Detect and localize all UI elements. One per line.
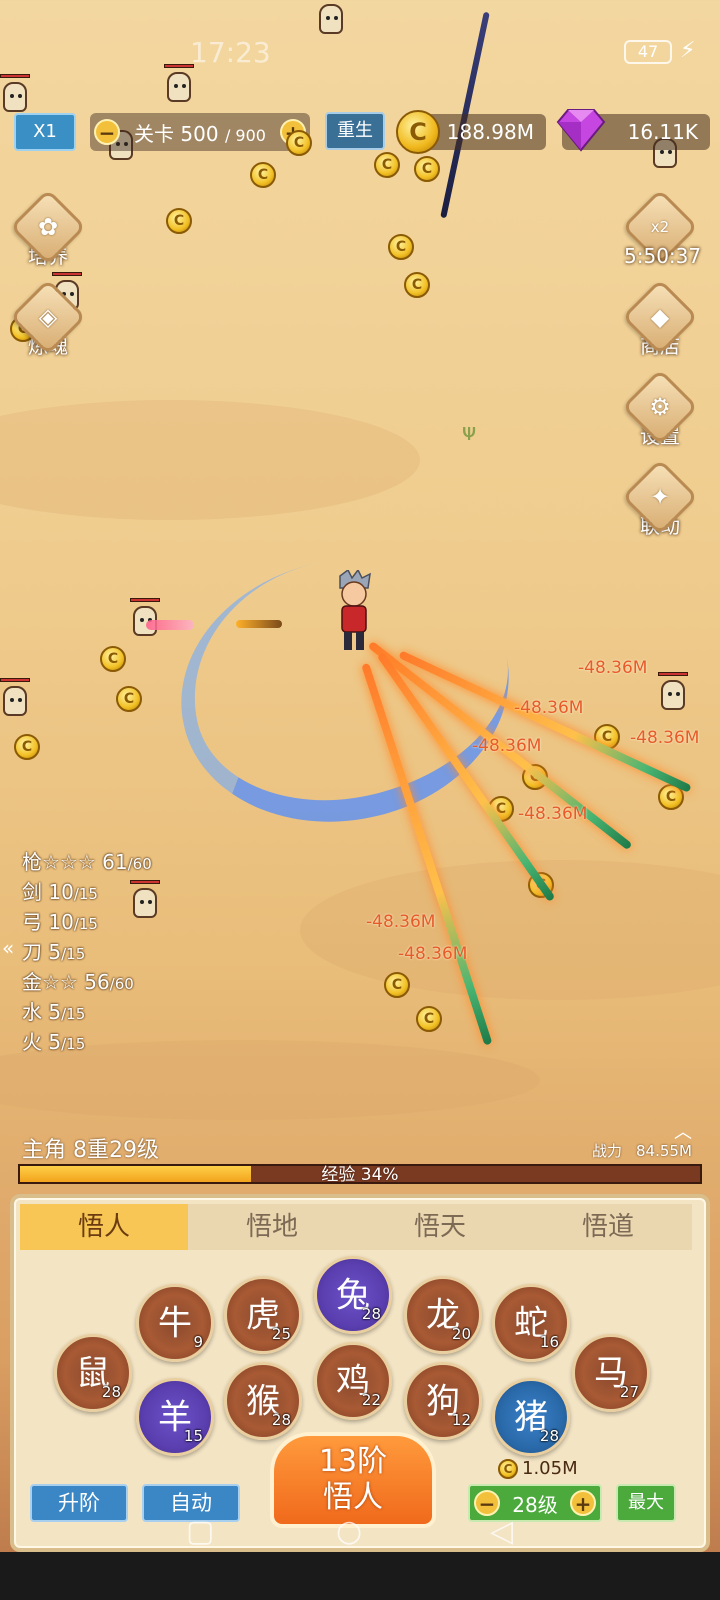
level-stepper: − 28级 +: [468, 1484, 602, 1522]
upgrade-cost: C 1.05M: [498, 1458, 578, 1479]
weapon-stat: 水 5/15: [22, 1000, 86, 1024]
damage-number: -48.36M: [518, 804, 588, 824]
battery-indicator: 47: [624, 40, 672, 64]
zodiac-pig[interactable]: 猪 28: [492, 1378, 570, 1456]
speed-button[interactable]: X1: [14, 113, 76, 151]
bonus-timer: 5:50:37: [624, 244, 702, 268]
collapse-arrow-icon[interactable]: «: [2, 936, 14, 960]
ox-icon: 牛: [158, 1303, 192, 1344]
link-button[interactable]: ✦ 联动: [621, 458, 699, 539]
zodiac-snake[interactable]: 蛇 16: [492, 1284, 570, 1362]
zodiac-rabbit[interactable]: 兔 28: [314, 1256, 392, 1334]
coin-drop[interactable]: C: [374, 152, 400, 178]
damage-number: -48.36M: [366, 912, 436, 932]
hero-character: [339, 570, 371, 650]
coin-drop[interactable]: C: [404, 272, 430, 298]
zodiac-horse[interactable]: 马 27: [572, 1334, 650, 1412]
damage-number: -48.36M: [398, 944, 468, 964]
system-nav-bar: [0, 1552, 720, 1600]
coin-drop[interactable]: C: [14, 734, 40, 760]
zodiac-rat[interactable]: 鼠 28: [54, 1334, 132, 1412]
stage-label: 关卡 500 / 900: [134, 121, 266, 146]
settings-button[interactable]: ⚙ 设置: [621, 368, 699, 449]
back-icon[interactable]: ◁: [490, 1514, 513, 1549]
enemy[interactable]: [164, 64, 194, 108]
shop-button[interactable]: ◆ 商店: [621, 278, 699, 359]
damage-number: -48.36M: [630, 728, 700, 748]
upgrade-tier-button[interactable]: 升阶: [30, 1484, 128, 1522]
weapon-stat: 枪☆☆☆ 61/60: [22, 850, 152, 874]
level-value: 28级: [512, 1492, 558, 1517]
rebirth-button[interactable]: 重生: [325, 112, 385, 150]
damage-number: -48.36M: [472, 736, 542, 756]
cultivate-icon: ✿: [37, 213, 59, 241]
combat-power: 战力 84.55M: [592, 1142, 692, 1160]
level-minus-button[interactable]: −: [474, 1490, 500, 1516]
enemy[interactable]: [658, 672, 688, 716]
grass-decoration: ᴪ: [462, 418, 477, 446]
coin-drop[interactable]: C: [388, 234, 414, 260]
zodiac-dragon[interactable]: 龙 20: [404, 1276, 482, 1354]
zodiac-ox[interactable]: 牛9: [136, 1284, 214, 1362]
weapon-stats-list: 枪☆☆☆ 61/60 剑 10/15 弓 10/15 刀 5/15 金☆☆ 56…: [22, 848, 152, 1058]
max-button[interactable]: 最大: [616, 1484, 676, 1522]
zodiac-tiger[interactable]: 虎 25: [224, 1276, 302, 1354]
gold-coin-icon: C: [498, 1459, 518, 1479]
gem-icon: [556, 109, 606, 152]
panel-tabs: 悟人 悟地 悟天 悟道: [20, 1204, 692, 1250]
weapon-stat: 弓 10/15: [22, 910, 98, 934]
soul-button[interactable]: ◈ 炼魂: [9, 278, 87, 359]
damage-number: -48.36M: [514, 698, 584, 718]
status-time: 17:23: [190, 36, 271, 69]
coin-drop[interactable]: C: [416, 1006, 442, 1032]
sand-dune: [0, 400, 420, 520]
weapon-stat: 金☆☆ 56/60: [22, 970, 134, 994]
charging-icon: ⚡: [680, 38, 696, 63]
gold-coin-icon: C: [396, 110, 440, 154]
recent-apps-icon[interactable]: ▢: [186, 1514, 214, 1549]
shop-icon: ◆: [650, 303, 670, 331]
cultivate-button[interactable]: ✿ 培养: [9, 188, 87, 269]
tab-wu-ren[interactable]: 悟人: [20, 1204, 188, 1250]
damage-number: -48.36M: [578, 658, 648, 678]
zodiac-monkey[interactable]: 猴 28: [224, 1362, 302, 1440]
zodiac-rooster[interactable]: 鸡 22: [314, 1342, 392, 1420]
tab-wu-dao[interactable]: 悟道: [524, 1204, 692, 1250]
weapon-stat: 火 5/15: [22, 1030, 86, 1054]
coin-drop[interactable]: C: [414, 156, 440, 182]
stage-selector: − 关卡 500 / 900 +: [90, 113, 310, 151]
coin-drop[interactable]: C: [286, 130, 312, 156]
lightning-effect: [146, 620, 194, 630]
coin-drop[interactable]: C: [166, 208, 192, 234]
gear-icon: ⚙: [649, 393, 671, 421]
level-plus-button[interactable]: +: [569, 1490, 596, 1516]
enemy[interactable]: [316, 4, 346, 40]
zodiac-dog[interactable]: 狗 12: [404, 1362, 482, 1440]
main-button-label: 悟人: [323, 1480, 383, 1515]
weapon-stat: 剑 10/15: [22, 880, 98, 904]
tab-wu-di[interactable]: 悟地: [188, 1204, 356, 1250]
bonus-button[interactable]: x2: [621, 188, 699, 266]
zodiac-goat[interactable]: 羊 15: [136, 1378, 214, 1456]
arrow-projectile: [236, 620, 282, 628]
bonus-multiplier: x2: [650, 218, 670, 236]
weapon-stat: 刀 5/15: [22, 940, 86, 964]
soul-icon: ◈: [38, 303, 58, 331]
sand-dune: [300, 860, 720, 1000]
coin-drop[interactable]: C: [100, 646, 126, 672]
coin-drop[interactable]: C: [384, 972, 410, 998]
enemy[interactable]: [0, 678, 30, 722]
link-icon: ✦: [649, 483, 671, 511]
home-icon[interactable]: ○: [336, 1514, 362, 1549]
xp-text: 经验 34%: [321, 1165, 399, 1185]
stage-minus-button[interactable]: −: [94, 119, 120, 145]
main-button-tier: 13阶: [318, 1444, 388, 1479]
coin-drop[interactable]: C: [116, 686, 142, 712]
coin-drop[interactable]: C: [250, 162, 276, 188]
tab-wu-tian[interactable]: 悟天: [356, 1204, 524, 1250]
